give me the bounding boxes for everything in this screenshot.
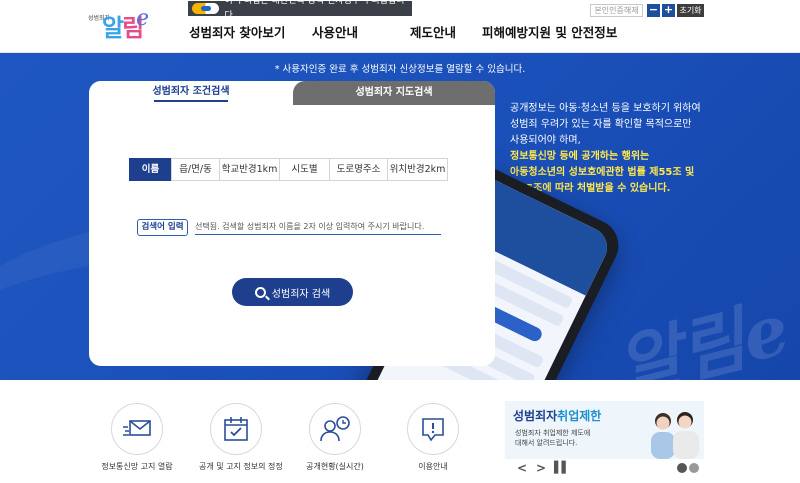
filter-road-address[interactable]: 도로명주소 xyxy=(329,158,388,181)
tab-map-search[interactable]: 성범죄자 지도검색 xyxy=(293,81,495,105)
promo-title-b: 취업제한 xyxy=(557,409,602,423)
warning-line: 정보통신망 등에 공개하는 행위는 xyxy=(510,151,650,162)
gov-banner[interactable]: 이 누리집은 대한민국 공식 전자정부 누리집입니다. xyxy=(188,0,412,21)
promo-next-icon[interactable]: > xyxy=(536,461,546,475)
tab-condition-search[interactable]: 성범죄자 조건검색 xyxy=(89,81,293,105)
main-nav: 성범죄자 찾아보기 사용안내 제도안내 피해예방지원 및 안전정보 xyxy=(0,22,800,40)
promo-indicator-dot[interactable] xyxy=(689,463,699,473)
promo-title-a: 성범죄자 xyxy=(513,409,558,423)
promo-people-image xyxy=(651,412,699,459)
zoom-reset-button[interactable]: 초기화 xyxy=(677,4,704,17)
nav-find-offender[interactable]: 성범죄자 찾아보기 xyxy=(189,22,285,41)
quick-link-network-notice[interactable]: 정보통신망 고지 열람 xyxy=(100,403,174,472)
zoom-in-button[interactable]: + xyxy=(662,4,675,17)
promo-banner[interactable]: 성범죄자취업제한 성범죄자 취업제한 제도에 대해서 알려드립니다. xyxy=(505,401,704,459)
tab-condition-label: 성범죄자 조건검색 xyxy=(152,86,230,97)
person-clock-icon xyxy=(309,403,361,455)
nav-victim-support[interactable]: 피해예방지원 및 안전정보 xyxy=(482,22,617,41)
promo-indicator-dot[interactable] xyxy=(677,463,687,473)
search-input[interactable]: 선택됨. 검색할 성범죄자 이름을 2자 이상 입력하여 주시기 바랍니다. xyxy=(195,221,441,235)
warning-line: 아동청소년의 성보호에관한 법률 제55조 및 xyxy=(510,167,695,178)
notice-line: 성범죄 우려가 있는 자를 확인할 목적으로만 xyxy=(510,119,692,130)
quick-link-label: 이용안내 xyxy=(418,462,448,471)
mail-icon xyxy=(111,403,163,455)
quick-link-status[interactable]: 공개현황(실시간) xyxy=(298,403,372,472)
search-button-label: 성범죄자 검색 xyxy=(271,288,331,300)
search-panel: 성범죄자 조건검색 성범죄자 지도검색 이름 읍/면/동 학교반경1km 시도별… xyxy=(89,81,495,366)
zoom-out-button[interactable]: − xyxy=(647,4,660,17)
disclosure-notice: 공개정보는 아동·청소년 등을 보호하기 위하여 성범죄 우려가 있는 자를 확… xyxy=(510,101,740,197)
calendar-check-icon xyxy=(210,403,262,455)
notice-line: 공개정보는 아동·청소년 등을 보호하기 위하여 xyxy=(510,103,701,114)
egov-logo-icon xyxy=(192,3,220,14)
nav-system-guide[interactable]: 제도안내 xyxy=(410,22,456,41)
filter-location-radius[interactable]: 위치반경2km xyxy=(387,158,448,181)
promo-desc-line: 대해서 알려드립니다. xyxy=(515,439,578,447)
quick-link-label: 공개현황(실시간) xyxy=(306,462,364,471)
page: 성범죄자 알림 e 이 누리집은 대한민국 공식 전자정부 누리집입니다. 본인… xyxy=(0,0,800,483)
nav-usage-guide[interactable]: 사용안내 xyxy=(312,22,358,41)
quick-link-correction[interactable]: 공개 및 고지 정보의 정정 xyxy=(199,403,283,472)
info-bubble-icon xyxy=(407,403,459,455)
gov-banner-text: 이 누리집은 대한민국 공식 전자정부 누리집입니다. xyxy=(224,0,405,21)
search-type-selector: 이름 읍/면/동 학교반경1km 시도별 도로명주소 위치반경2km xyxy=(129,158,448,181)
filter-province[interactable]: 시도별 xyxy=(279,158,330,181)
filter-name[interactable]: 이름 xyxy=(129,158,172,181)
quick-link-label: 정보통신망 고지 열람 xyxy=(101,462,173,471)
filter-school-radius[interactable]: 학교반경1km xyxy=(219,158,280,181)
watermark-logo: 알림e xyxy=(608,287,798,380)
quick-link-label: 공개 및 고지 정보의 정정 xyxy=(199,462,283,471)
promo-pause-icon[interactable]: ▌▌ xyxy=(554,461,570,474)
search-button[interactable]: 성범죄자 검색 xyxy=(232,278,353,306)
quick-link-guide[interactable]: 이용안내 xyxy=(396,403,470,472)
promo-description: 성범죄자 취업제한 제도에 대해서 알려드립니다. xyxy=(515,428,590,448)
tab-active-underline xyxy=(154,100,228,102)
search-input-label: 검색어 입력 xyxy=(137,219,188,236)
auth-notice: * 사용자인증 완료 후 성범죄자 신상정보를 열람할 수 있습니다. xyxy=(274,64,526,75)
notice-line: 사용되어야 하며, xyxy=(510,135,581,146)
search-icon xyxy=(254,286,266,298)
promo-desc-line: 성범죄자 취업제한 제도에 xyxy=(515,429,591,437)
promo-title: 성범죄자취업제한 xyxy=(513,407,601,424)
promo-prev-icon[interactable]: < xyxy=(517,461,527,475)
filter-town[interactable]: 읍/면/동 xyxy=(171,158,220,181)
cert-release-button[interactable]: 본인인증해제 xyxy=(590,4,643,17)
